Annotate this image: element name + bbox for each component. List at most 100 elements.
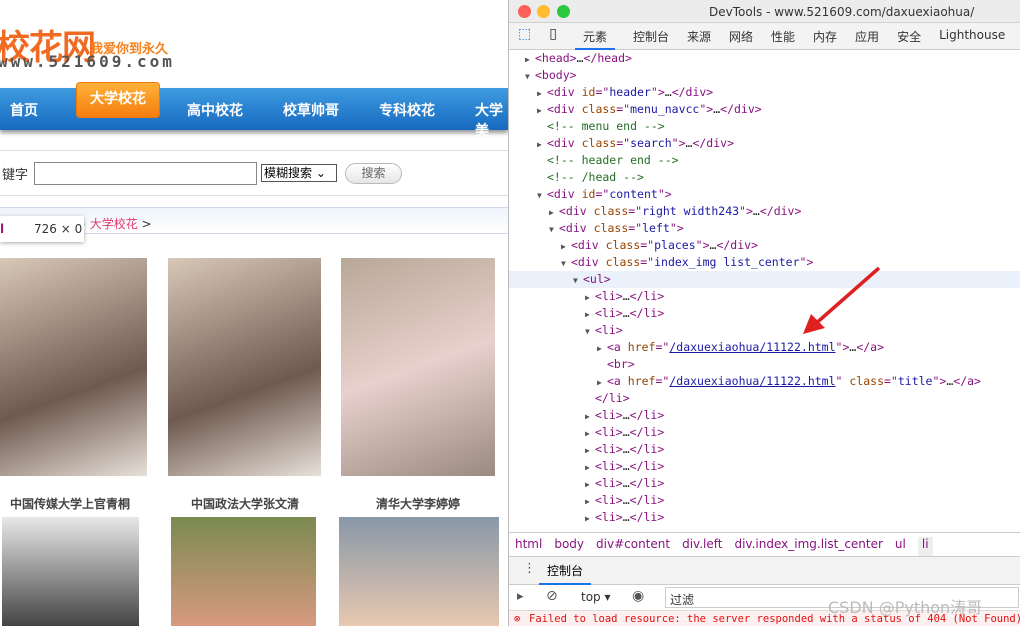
photo-3[interactable] (341, 258, 495, 476)
clear-console-icon[interactable]: ⊘ (546, 588, 558, 604)
zoom-button[interactable] (557, 5, 570, 18)
tab-sources[interactable]: 来源 (687, 23, 711, 45)
dom-node[interactable]: ▶ <head>…</head> (509, 50, 1020, 67)
dom-node[interactable]: ▶ <li>…</li> (509, 288, 1020, 305)
dom-node[interactable]: ▶ <div class="search">…</div> (509, 135, 1020, 152)
dom-node[interactable]: ▶ <li>…</li> (509, 492, 1020, 509)
dom-node[interactable]: ▼ <ul> (509, 271, 1020, 288)
dom-node[interactable]: ▼ <body> (509, 67, 1020, 84)
caret-right-icon[interactable]: ▶ (537, 85, 547, 102)
breadcrumb-item[interactable]: body (554, 537, 584, 556)
minimize-button[interactable] (537, 5, 550, 18)
dom-node[interactable]: <br> (509, 356, 1020, 373)
dom-node[interactable]: ▶ <div class="menu_navcc">…</div> (509, 101, 1020, 118)
photo-caption[interactable]: 中国政法大学张文清 (165, 495, 325, 512)
search-input[interactable] (34, 162, 257, 185)
caret-right-icon[interactable]: ▶ (537, 102, 547, 119)
caret-right-icon[interactable]: ▶ (585, 476, 595, 493)
breadcrumb-item[interactable]: html (515, 537, 542, 556)
device-toolbar-icon[interactable]: ▯ (549, 23, 557, 42)
nav-college-active[interactable]: 大学校花 (76, 82, 160, 118)
photo-1[interactable] (0, 258, 147, 476)
caret-right-icon[interactable]: ▶ (585, 493, 595, 510)
caret-down-icon[interactable]: ▼ (537, 187, 547, 204)
caret-down-icon[interactable]: ▼ (525, 68, 535, 85)
dom-node[interactable]: ▼ <div id="content"> (509, 186, 1020, 203)
dom-node[interactable]: ▶ <a href="/daxuexiaohua/11122.html">…</a… (509, 339, 1020, 356)
breadcrumb-item[interactable]: div#content (596, 537, 670, 556)
caret-right-icon[interactable]: ▶ (585, 459, 595, 476)
photo-4[interactable] (2, 517, 139, 626)
tab-elements[interactable]: 元素 (574, 23, 615, 50)
inspect-element-icon[interactable]: ⬚ (518, 23, 531, 42)
caret-right-icon[interactable]: ▶ (597, 340, 607, 357)
photo-6[interactable] (339, 517, 499, 626)
tab-application[interactable]: 应用 (855, 23, 879, 45)
caret-right-icon[interactable]: ▶ (585, 510, 595, 527)
nav-boys[interactable]: 校草帅哥 (283, 100, 339, 120)
nav-college-more[interactable]: 大学美 (475, 100, 508, 140)
tab-memory[interactable]: 内存 (813, 23, 837, 45)
tab-network[interactable]: 网络 (729, 23, 753, 45)
drawer-tab-console[interactable]: 控制台 (539, 562, 592, 585)
caret-down-icon[interactable]: ▼ (549, 221, 559, 238)
nav-junior-college[interactable]: 专科校花 (379, 100, 435, 120)
caret-right-icon[interactable]: ▶ (537, 136, 547, 153)
dom-node[interactable]: ▶ <a href="/daxuexiaohua/11122.html" clas… (509, 373, 1020, 390)
dom-node[interactable]: ▼ <li> (509, 322, 1020, 339)
caret-right-icon[interactable]: ▶ (585, 408, 595, 425)
caret-right-icon[interactable]: ▶ (525, 51, 535, 68)
sidebar-toggle-icon[interactable]: ▸ (517, 589, 524, 604)
caret-right-icon[interactable]: ▶ (585, 442, 595, 459)
dom-node[interactable]: ▶ <div id="header">…</div> (509, 84, 1020, 101)
breadcrumb-current[interactable]: 大学校花 (90, 217, 138, 231)
href-link[interactable]: /daxuexiaohua/11122.html (669, 340, 835, 354)
eye-icon[interactable]: ◉ (632, 588, 644, 604)
nav-highschool[interactable]: 高中校花 (187, 100, 243, 120)
caret-down-icon[interactable]: ▼ (573, 272, 583, 289)
tab-lighthouse[interactable]: Lighthouse (939, 23, 1005, 42)
breadcrumb-item[interactable]: div.index_img.list_center (734, 537, 882, 556)
close-button[interactable] (518, 5, 531, 18)
caret-down-icon[interactable]: ▼ (561, 255, 571, 272)
caret-right-icon[interactable]: ▶ (597, 374, 607, 391)
caret-down-icon[interactable]: ▼ (585, 323, 595, 340)
dom-node[interactable]: <!-- header end --> (509, 152, 1020, 169)
dom-node[interactable]: </li> (509, 390, 1020, 407)
photo-2[interactable] (168, 258, 321, 476)
breadcrumb-item[interactable]: li (917, 537, 933, 556)
photo-5[interactable] (171, 517, 316, 626)
search-button[interactable]: 搜索 (345, 163, 402, 184)
chevron-down-icon: ⌄ (315, 166, 326, 180)
context-select[interactable]: top ▾ (581, 590, 611, 604)
dom-node[interactable]: ▼ <div class="index_img list_center"> (509, 254, 1020, 271)
tab-security[interactable]: 安全 (897, 23, 921, 45)
caret-right-icon[interactable]: ▶ (561, 238, 571, 255)
href-link[interactable]: /daxuexiaohua/11122.html (669, 374, 835, 388)
caret-right-icon[interactable]: ▶ (585, 289, 595, 306)
dom-node[interactable]: ▶ <li>…</li> (509, 475, 1020, 492)
photo-caption[interactable]: 中国传媒大学上官青桐 (0, 495, 150, 512)
dom-node[interactable]: ▶ <li>…</li> (509, 509, 1020, 526)
breadcrumb-item[interactable]: div.left (682, 537, 722, 556)
search-mode-select[interactable]: 模糊搜索 ⌄ (261, 164, 337, 182)
dom-node[interactable]: ▶ <li>…</li> (509, 458, 1020, 475)
dom-node[interactable]: <!-- menu end --> (509, 118, 1020, 135)
dom-node[interactable]: ▶ <div class="right width243">…</div> (509, 203, 1020, 220)
dom-node[interactable]: ▼ <div class="left"> (509, 220, 1020, 237)
breadcrumb-item[interactable]: ul (895, 537, 906, 556)
more-options-icon[interactable]: ⋮ (523, 561, 536, 576)
caret-right-icon[interactable]: ▶ (585, 306, 595, 323)
dom-node[interactable]: <!-- /head --> (509, 169, 1020, 186)
dom-node[interactable]: ▶ <div class="places">…</div> (509, 237, 1020, 254)
tab-performance[interactable]: 性能 (771, 23, 795, 45)
caret-right-icon[interactable]: ▶ (549, 204, 559, 221)
tab-console[interactable]: 控制台 (633, 23, 669, 45)
caret-right-icon[interactable]: ▶ (585, 425, 595, 442)
dom-node[interactable]: ▶ <li>…</li> (509, 305, 1020, 322)
dom-node[interactable]: ▶ <li>…</li> (509, 407, 1020, 424)
nav-home[interactable]: 首页 (10, 100, 38, 120)
photo-caption[interactable]: 清华大学李婷婷 (338, 495, 498, 512)
dom-node[interactable]: ▶ <li>…</li> (509, 424, 1020, 441)
dom-node[interactable]: ▶ <li>…</li> (509, 441, 1020, 458)
